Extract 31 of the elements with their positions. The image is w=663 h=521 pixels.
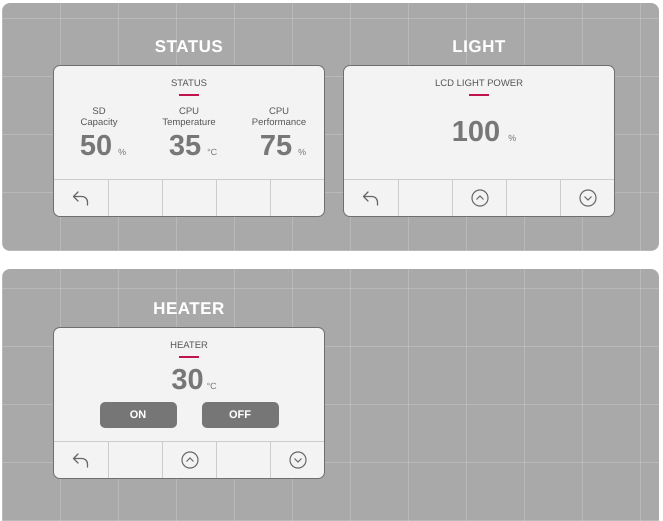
- unit-label: °C: [207, 146, 218, 156]
- screen-title: LCD LIGHT POWER: [435, 78, 523, 89]
- reading-value: 50: [80, 130, 112, 162]
- reading-value: 75: [260, 130, 292, 162]
- title-underline: [179, 94, 199, 96]
- chevron-down-circle-icon: [288, 451, 306, 469]
- title-underline: [179, 356, 199, 358]
- chevron-up-circle-icon: [470, 189, 488, 207]
- value-display: 100: [452, 116, 500, 148]
- unit-label: %: [508, 132, 516, 142]
- reading-value: 35: [168, 130, 202, 162]
- reading-label: SD Capacity: [80, 106, 118, 128]
- unit-label: %: [118, 146, 126, 156]
- value-display: 30: [171, 364, 204, 396]
- chevron-up-circle-icon: [180, 451, 198, 469]
- back-arrow-icon: [362, 190, 380, 206]
- back-arrow-icon: [72, 452, 90, 468]
- section-heading: HEATER: [153, 299, 225, 319]
- chevron-down-circle-icon: [578, 189, 596, 207]
- unit-label: %: [298, 146, 306, 156]
- back-arrow-icon: [72, 190, 90, 206]
- reading-label: CPU Performance: [252, 106, 306, 128]
- toggle-button[interactable]: OFF: [202, 402, 278, 428]
- reading-label: CPU Temperature: [162, 106, 216, 128]
- section-heading: LIGHT: [452, 37, 506, 57]
- screen-title: STATUS: [170, 78, 208, 89]
- screen-title: HEATER: [170, 340, 208, 351]
- unit-label: °C: [206, 380, 217, 390]
- toggle-button[interactable]: ON: [100, 402, 176, 428]
- title-underline: [469, 94, 489, 96]
- section-heading: STATUS: [154, 37, 224, 57]
